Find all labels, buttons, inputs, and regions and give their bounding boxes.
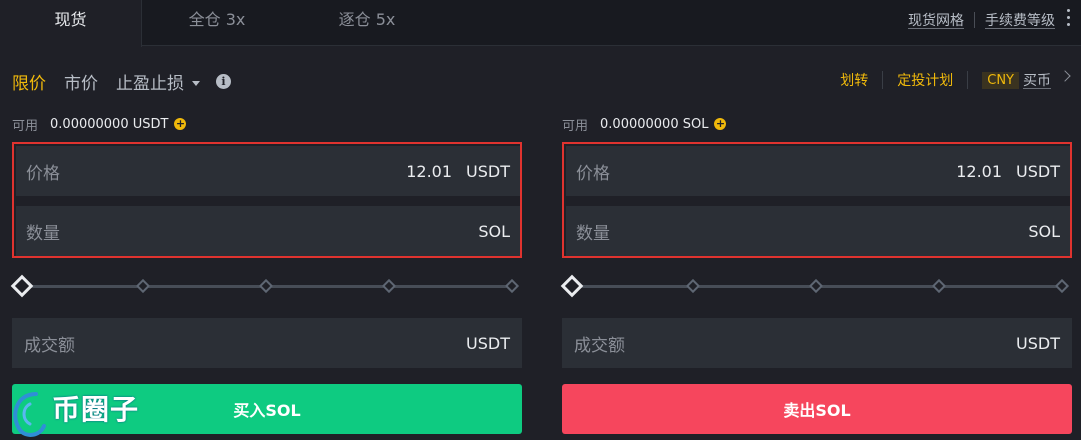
price-label: 价格 (26, 163, 60, 184)
slider-step-100[interactable] (1054, 278, 1070, 294)
slider-step-75[interactable] (931, 278, 947, 294)
sell-quantity-input[interactable]: 数量 SOL (566, 206, 1070, 256)
sell-total-input[interactable]: 成交额 USDT (562, 318, 1072, 368)
quantity-unit: SOL (1028, 221, 1060, 241)
price-unit: USDT (466, 161, 510, 181)
fee-level-link[interactable]: 手续费等级 (985, 10, 1055, 30)
watermark-text: 币圈子 (52, 393, 140, 426)
order-type-limit[interactable]: 限价 (12, 69, 46, 94)
quantity-label: 数量 (576, 223, 610, 244)
watermark-swirl-icon (13, 392, 46, 437)
transfer-link[interactable]: 划转 (840, 70, 868, 90)
divider (967, 71, 969, 89)
more-options-icon[interactable] (1063, 9, 1073, 31)
available-label: 可用 (562, 118, 589, 134)
info-icon[interactable]: i (216, 73, 231, 89)
sell-available: 可用 0.00000000 SOL + (562, 110, 1072, 138)
total-unit: USDT (1016, 333, 1060, 353)
slider-handle[interactable] (10, 274, 34, 298)
slider-step-25[interactable] (685, 278, 701, 294)
order-type-stop-label: 止盈止损 (116, 73, 184, 94)
sell-button[interactable]: 卖出SOL (562, 384, 1072, 434)
buy-panel: 可用 0.00000000 USDT + 价格 12.01 USDT 数量 SO… (10, 110, 522, 434)
slider-step-75[interactable] (381, 278, 397, 294)
chevron-down-icon (192, 81, 200, 86)
available-amount: 0.00000000 SOL (600, 116, 709, 132)
tab-isolated-margin[interactable]: 逐仓 5x (292, 0, 442, 46)
slider-step-50[interactable] (258, 278, 274, 294)
highlight-box: 价格 12.01 USDT 数量 SOL (562, 142, 1072, 258)
divider (882, 71, 884, 89)
buy-price-input[interactable]: 价格 12.01 USDT (16, 146, 520, 196)
quantity-unit: SOL (478, 221, 510, 241)
buy-quantity-input[interactable]: 数量 SOL (16, 206, 520, 256)
slider-handle[interactable] (560, 274, 584, 298)
buy-available: 可用 0.00000000 USDT + (12, 110, 522, 138)
plus-icon[interactable]: + (174, 118, 187, 130)
buy-amount-slider[interactable] (10, 274, 522, 298)
right-actions: 划转 定投计划 CNY 买币 (840, 70, 1051, 90)
dca-plan-link[interactable]: 定投计划 (897, 70, 953, 90)
watermark-logo: 币圈子 (0, 380, 160, 440)
available-label: 可用 (12, 118, 39, 134)
spot-grid-link[interactable]: 现货网格 (908, 10, 964, 30)
quantity-label: 数量 (26, 223, 60, 244)
buy-coin-link[interactable]: 买币 (1023, 70, 1051, 90)
sell-price-input[interactable]: 价格 12.01 USDT (566, 146, 1070, 196)
total-label: 成交额 (24, 335, 75, 356)
highlight-box: 价格 12.01 USDT 数量 SOL (12, 142, 522, 258)
order-type-market[interactable]: 市价 (64, 69, 98, 94)
price-value: 12.01 (956, 161, 1003, 181)
top-links: 现货网格 手续费等级 (908, 10, 1055, 30)
top-tab-bar: 现货 全仓 3x 逐仓 5x 现货网格 手续费等级 (0, 0, 1081, 47)
plus-icon[interactable]: + (714, 118, 727, 130)
tab-cross-margin[interactable]: 全仓 3x (142, 0, 292, 46)
chevron-right-icon[interactable] (1059, 70, 1071, 82)
sell-panel: 可用 0.00000000 SOL + 价格 12.01 USDT 数量 SOL… (560, 110, 1072, 434)
price-unit: USDT (1016, 161, 1060, 181)
sell-amount-slider[interactable] (560, 274, 1072, 298)
currency-badge[interactable]: CNY (982, 71, 1019, 89)
total-label: 成交额 (574, 335, 625, 356)
slider-step-100[interactable] (504, 278, 520, 294)
order-type-selector: 限价 市价 止盈止损 i (12, 68, 231, 94)
price-value: 12.01 (406, 161, 453, 181)
divider (974, 12, 975, 28)
price-label: 价格 (576, 163, 610, 184)
buy-total-input[interactable]: 成交额 USDT (12, 318, 522, 368)
available-amount: 0.00000000 USDT (50, 116, 169, 132)
slider-step-50[interactable] (808, 278, 824, 294)
slider-step-25[interactable] (135, 278, 151, 294)
tab-spot[interactable]: 现货 (0, 0, 142, 47)
order-type-stop[interactable]: 止盈止损 (116, 69, 200, 94)
total-unit: USDT (466, 333, 510, 353)
